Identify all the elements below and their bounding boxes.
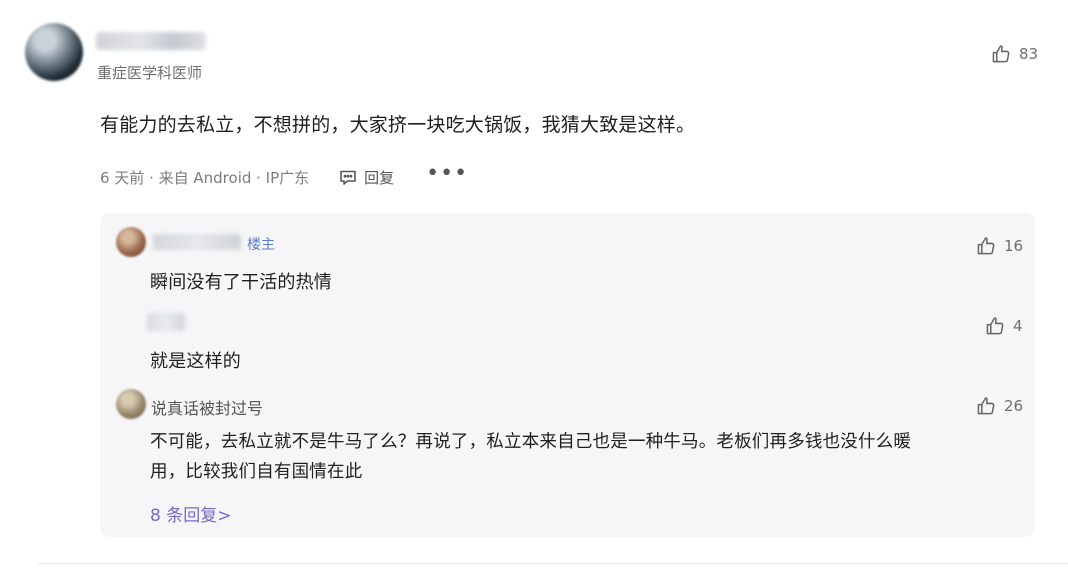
more-dots-icon[interactable]: ••• <box>426 162 468 187</box>
avatar[interactable] <box>116 227 146 257</box>
reply-author-name-blurred[interactable] <box>147 313 185 331</box>
thumbs-up-icon <box>992 45 1011 63</box>
like-button[interactable]: 83 <box>992 45 1038 63</box>
comment-meta: 6 天前 · 来自 Android · IP广东 <box>100 169 310 187</box>
comment-meta-row: 6 天前 · 来自 Android · IP广东 回复 ••• <box>100 162 468 188</box>
comment-text: 有能力的去私立，不想拼的，大家挤一块吃大锅饭，我猜大致是这样。 <box>100 114 696 136</box>
op-badge: 楼主 <box>247 237 275 253</box>
comment-bubble-icon <box>339 169 357 186</box>
reply-author-name[interactable]: 说真话被封过号 <box>151 395 263 419</box>
reply-text: 瞬间没有了干活的热情 <box>150 272 332 293</box>
author-title: 重症医学科医师 <box>97 64 203 82</box>
reply-text: 不可能，去私立就不是牛马了么？再说了，私立本来自己也是一种牛马。老板们再多钱也没… <box>150 432 912 452</box>
avatar[interactable] <box>116 389 146 419</box>
like-button[interactable]: 16 <box>977 237 1023 255</box>
divider <box>38 563 1068 564</box>
more-replies-link[interactable]: 8 条回复> <box>150 501 231 526</box>
thumbs-up-icon <box>977 237 996 255</box>
reply-label: 回复 <box>364 169 395 187</box>
reply-button[interactable]: 回复 <box>339 167 394 188</box>
like-button[interactable]: 4 <box>986 317 1023 335</box>
thumbs-up-icon <box>986 317 1005 335</box>
author-name-blurred[interactable] <box>96 32 206 50</box>
reply-author-name-blurred[interactable] <box>153 234 241 250</box>
reply-text: 就是这样的 <box>150 351 241 372</box>
like-count: 83 <box>1019 45 1039 63</box>
like-count: 16 <box>1004 237 1024 255</box>
avatar[interactable] <box>25 23 83 81</box>
thumbs-up-icon <box>977 397 996 415</box>
like-count: 4 <box>1013 317 1023 335</box>
like-button[interactable]: 26 <box>977 397 1023 415</box>
reply-text: 用，比较我们自有国情在此 <box>150 462 363 482</box>
like-count: 26 <box>1004 397 1024 415</box>
replies-panel <box>100 213 1035 537</box>
